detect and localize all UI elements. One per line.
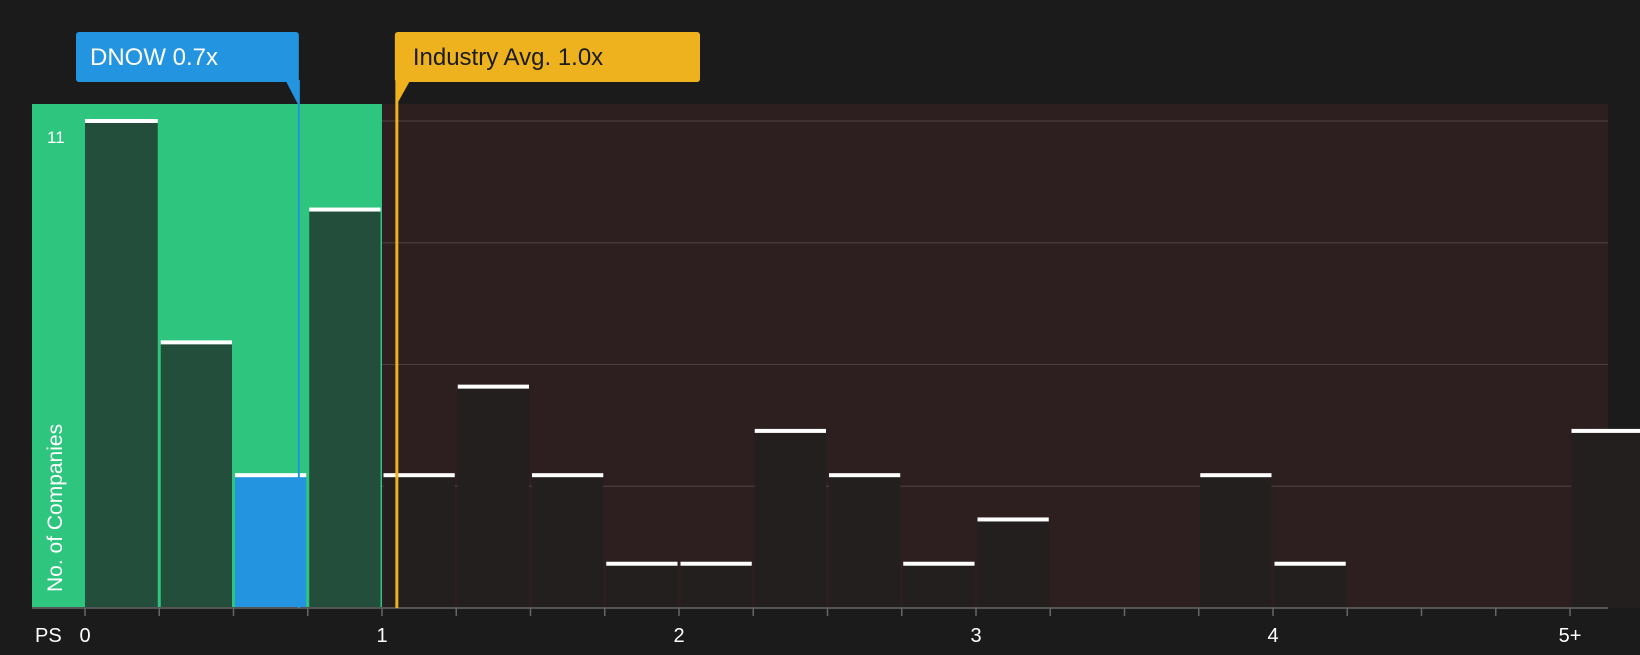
histogram-bar <box>1275 564 1346 608</box>
histogram-bar <box>755 431 826 608</box>
ps-distribution-chart: 0 1 2 3 4 5+ PS 11 No. of Companies DNOW 0.7x Indu… <box>0 0 1640 650</box>
histogram-bar <box>978 519 1049 608</box>
bar-top-marker <box>235 473 306 477</box>
bar-top-marker <box>384 473 455 477</box>
x-tick-label: 2 <box>673 625 684 647</box>
histogram-bar <box>1572 431 1640 608</box>
company-badge-label: DNOW 0.7x <box>90 44 218 71</box>
y-axis-label: No. of Companies <box>44 424 67 592</box>
histogram-bar <box>1200 475 1271 608</box>
y-top-tick-label: 11 <box>47 128 65 147</box>
bar-top-marker <box>606 562 677 566</box>
bar-top-marker <box>978 517 1049 521</box>
bar-top-marker <box>161 340 232 344</box>
bar-top-marker <box>681 562 752 566</box>
bar-top-marker <box>458 385 529 389</box>
x-tick-label: 4 <box>1267 625 1278 647</box>
histogram-bar <box>829 475 900 608</box>
histogram-bar <box>532 475 603 608</box>
bar-top-marker <box>829 473 900 477</box>
bar-top-marker <box>309 208 380 212</box>
bar-top-marker <box>903 562 974 566</box>
bar-top-marker <box>1275 562 1346 566</box>
chart-svg: 0 1 2 3 4 5+ PS 11 No. of Companies DNOW 0.7x Indu… <box>0 0 1640 650</box>
bar-top-marker <box>85 119 158 123</box>
histogram-bar <box>681 564 752 608</box>
x-axis-label: PS <box>35 625 62 647</box>
bar-top-marker <box>532 473 603 477</box>
histogram-bar <box>458 387 529 608</box>
x-tick-label: 0 <box>79 625 90 647</box>
company-badge-pointer <box>286 81 299 106</box>
x-tick-label: 5+ <box>1559 625 1582 647</box>
histogram-bar <box>903 564 974 608</box>
histogram-bar <box>309 210 380 608</box>
bar-top-marker <box>755 429 826 433</box>
histogram-bar <box>606 564 677 608</box>
bar-top-marker <box>1200 473 1271 477</box>
histogram-bar <box>161 342 232 608</box>
bar-top-marker <box>1572 429 1640 433</box>
highlighted-bar <box>235 475 306 608</box>
histogram-bar <box>85 121 158 608</box>
x-tick-label: 3 <box>970 625 981 647</box>
industry-avg-badge-label: Industry Avg. 1.0x <box>413 44 603 71</box>
x-tick-label: 1 <box>376 625 387 647</box>
histogram-bar <box>384 475 455 608</box>
